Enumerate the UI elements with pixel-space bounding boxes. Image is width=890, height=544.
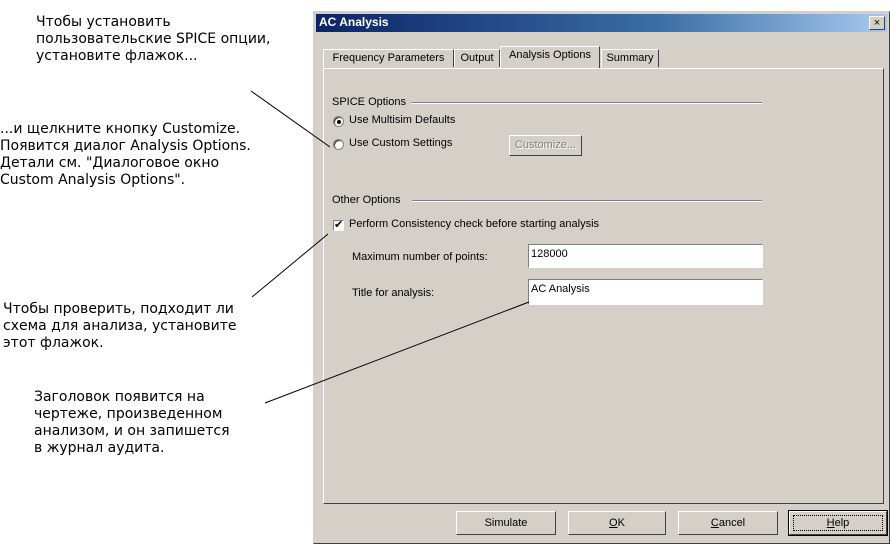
radio-use-multisim-defaults-label[interactable]: Use Multisim Defaults [349,114,455,126]
consistency-check-checkbox[interactable]: ✔ [333,220,344,231]
other-options-group-label: Other Options [332,194,401,206]
radio-selected-dot [337,120,341,124]
ac-analysis-dialog: AC Analysis × Frequency Parameters Outpu… [313,11,890,544]
tab-analysis-options[interactable]: Analysis Options [500,46,600,68]
cancel-button[interactable]: Cancel [678,511,778,535]
tab-frequency-parameters[interactable]: Frequency Parameters [323,49,454,67]
help-button[interactable]: Help [788,510,888,536]
customize-button[interactable]: Customize... [509,135,582,156]
dialog-title: AC Analysis [319,15,389,29]
dialog-titlebar: AC Analysis × [316,14,887,32]
cancel-label-rest: ancel [718,517,746,529]
other-options-divider [412,200,762,202]
simulate-button[interactable]: Simulate [456,511,556,535]
title-for-analysis-input[interactable]: AC Analysis [528,279,763,305]
ok-button[interactable]: OK [568,511,666,535]
title-for-analysis-label: Title for analysis: [352,287,435,299]
consistency-check-label[interactable]: Perform Consistency check before startin… [349,218,599,230]
radio-use-multisim-defaults[interactable] [333,116,344,127]
close-icon[interactable]: × [869,16,885,30]
spice-options-group-label: SPICE Options [332,96,406,108]
radio-use-custom-settings[interactable] [333,139,344,150]
callout-custom-settings: Чтобы установить пользовательские SPICE … [36,14,271,64]
callout-title-field: Заголовок появится на чертеже, произведе… [34,389,230,456]
radio-use-custom-settings-label[interactable]: Use Custom Settings [349,137,452,149]
callout-customize-button: ...и щелкните кнопку Customize. Появится… [0,121,251,188]
ok-mnemonic: O [609,517,618,529]
tab-panel-analysis-options: SPICE Options Use Multisim Defaults Use … [323,68,884,504]
focus-rectangle [793,515,883,531]
callout-consistency-check: Чтобы проверить, подходит ли схема для а… [3,301,237,351]
spice-options-divider [411,102,762,104]
tab-output[interactable]: Output [454,49,500,67]
ok-label-rest: K [617,517,625,529]
max-points-input[interactable]: 128000 [528,244,763,268]
cancel-mnemonic: C [710,517,719,529]
max-points-label: Maximum number of points: [352,251,488,263]
tab-summary[interactable]: Summary [601,49,659,67]
